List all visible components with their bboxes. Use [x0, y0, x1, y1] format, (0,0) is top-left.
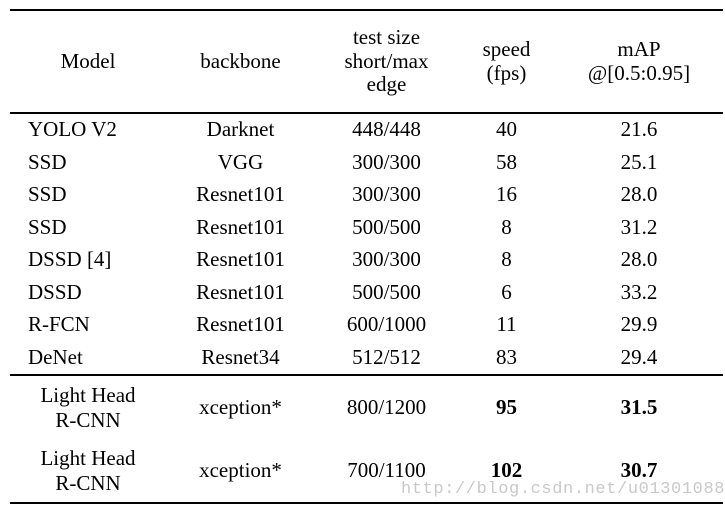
cell-backbone: Resnet101 — [196, 182, 285, 207]
cell-map: 30.7 — [555, 439, 723, 504]
column-header-speed: speed (fps) — [458, 9, 555, 114]
model-line: DSSD — [28, 279, 82, 304]
cell-model: SSD — [10, 212, 166, 245]
benchmark-table-figure: Model backbone test size short/max edge … — [0, 0, 725, 509]
cell-model: DeNet — [10, 341, 166, 376]
cell-backbone: Resnet101 — [196, 247, 285, 272]
cell-map: 33.2 — [620, 279, 658, 304]
table-row: SSD Resnet101 500/500 8 31.2 — [10, 212, 723, 245]
model-line: DeNet — [28, 344, 83, 369]
column-header-test-size: test size short/max edge — [315, 9, 458, 114]
column-header-map-line-2: @[0.5:0.95] — [587, 60, 691, 85]
cell-model: R-FCN — [10, 309, 166, 342]
cell-speed: 58 — [496, 149, 517, 174]
cell-speed: 95 — [496, 394, 517, 419]
table-row-highlight: Light Head R-CNN xception* 700/1100 102 … — [10, 439, 723, 504]
cell-test-size: 300/300 — [352, 182, 421, 207]
cell-test-size: 600/1000 — [346, 312, 427, 337]
model-line: DSSD [4] — [28, 247, 112, 272]
column-header-speed-line-2: (fps) — [486, 60, 527, 85]
header-row: Model backbone test size short/max edge … — [10, 9, 723, 114]
cell-model: DSSD [4] — [10, 244, 166, 277]
model-line: R-CNN — [55, 407, 121, 432]
model-line: Light Head — [40, 445, 136, 470]
column-header-test-size-line-3: edge — [366, 72, 407, 97]
cell-map: 25.1 — [620, 149, 658, 174]
cell-map: 31.2 — [620, 214, 658, 239]
table-row: R-FCN Resnet101 600/1000 11 29.9 — [10, 309, 723, 342]
model-line: Light Head — [40, 382, 136, 407]
model-line: SSD — [28, 214, 67, 239]
table-body-highlight: Light Head R-CNN xception* 800/1200 95 3… — [10, 375, 723, 504]
cell-speed: 16 — [496, 182, 517, 207]
cell-map: 29.9 — [620, 312, 658, 337]
model-line: R-CNN — [55, 470, 121, 495]
cell-model: Light Head R-CNN — [10, 375, 166, 439]
table-row-highlight: Light Head R-CNN xception* 800/1200 95 3… — [10, 375, 723, 439]
model-line: SSD — [28, 182, 67, 207]
cell-map: 28.0 — [620, 182, 658, 207]
cell-model: DSSD — [10, 277, 166, 310]
cell-test-size: 448/448 — [352, 117, 421, 142]
cell-test-size: 512/512 — [315, 341, 458, 376]
cell-map: 21.6 — [620, 117, 658, 142]
cell-speed: 8 — [501, 247, 512, 272]
detection-benchmark-table: Model backbone test size short/max edge … — [10, 9, 723, 504]
cell-test-size: 700/1100 — [315, 439, 458, 504]
cell-backbone: Resnet101 — [196, 312, 285, 337]
cell-backbone: xception* — [166, 439, 315, 504]
table-row: YOLO V2 Darknet 448/448 40 21.6 — [10, 113, 723, 147]
table-row: DeNet Resnet34 512/512 83 29.4 — [10, 341, 723, 376]
cell-map: 29.4 — [555, 341, 723, 376]
column-header-test-size-line-1: test size — [352, 25, 421, 50]
cell-backbone: Resnet101 — [196, 279, 285, 304]
cell-test-size: 500/500 — [352, 214, 421, 239]
cell-speed: 6 — [501, 279, 512, 304]
column-header-map: mAP @[0.5:0.95] — [555, 9, 723, 114]
column-header-backbone-line-1: backbone — [200, 48, 281, 73]
cell-speed: 40 — [496, 117, 517, 142]
column-header-speed-line-1: speed — [482, 36, 531, 61]
cell-test-size: 500/500 — [352, 279, 421, 304]
column-header-backbone: backbone — [166, 9, 315, 114]
cell-model: SSD — [10, 147, 166, 180]
table-row: DSSD Resnet101 500/500 6 33.2 — [10, 277, 723, 310]
table-row: SSD Resnet101 300/300 16 28.0 — [10, 179, 723, 212]
table-row: DSSD [4] Resnet101 300/300 8 28.0 — [10, 244, 723, 277]
cell-test-size: 300/300 — [352, 149, 421, 174]
model-line: R-FCN — [28, 312, 90, 337]
cell-backbone: xception* — [199, 394, 282, 419]
cell-map: 28.0 — [620, 247, 658, 272]
model-line: SSD — [28, 149, 67, 174]
column-header-map-line-1: mAP — [617, 36, 661, 61]
cell-model: YOLO V2 — [10, 113, 166, 147]
column-header-test-size-line-2: short/max — [344, 48, 429, 73]
cell-backbone: Resnet101 — [196, 214, 285, 239]
column-header-model-line-1: Model — [60, 48, 116, 73]
cell-test-size: 300/300 — [352, 247, 421, 272]
cell-speed: 83 — [458, 341, 555, 376]
model-line: YOLO V2 — [28, 117, 117, 142]
cell-backbone: Resnet34 — [166, 341, 315, 376]
cell-speed: 102 — [458, 439, 555, 504]
cell-model: Light Head R-CNN — [10, 439, 166, 504]
cell-backbone: Darknet — [206, 117, 275, 142]
cell-test-size: 800/1200 — [346, 394, 427, 419]
cell-speed: 11 — [496, 312, 517, 337]
table-row: SSD VGG 300/300 58 25.1 — [10, 147, 723, 180]
column-header-model: Model — [10, 9, 166, 114]
cell-map: 31.5 — [620, 394, 658, 419]
table-body-baselines: YOLO V2 Darknet 448/448 40 21.6 SSD VGG … — [10, 113, 723, 376]
cell-model: SSD — [10, 179, 166, 212]
cell-backbone: VGG — [217, 149, 264, 174]
table-header: Model backbone test size short/max edge … — [10, 9, 723, 114]
cell-speed: 8 — [501, 214, 512, 239]
